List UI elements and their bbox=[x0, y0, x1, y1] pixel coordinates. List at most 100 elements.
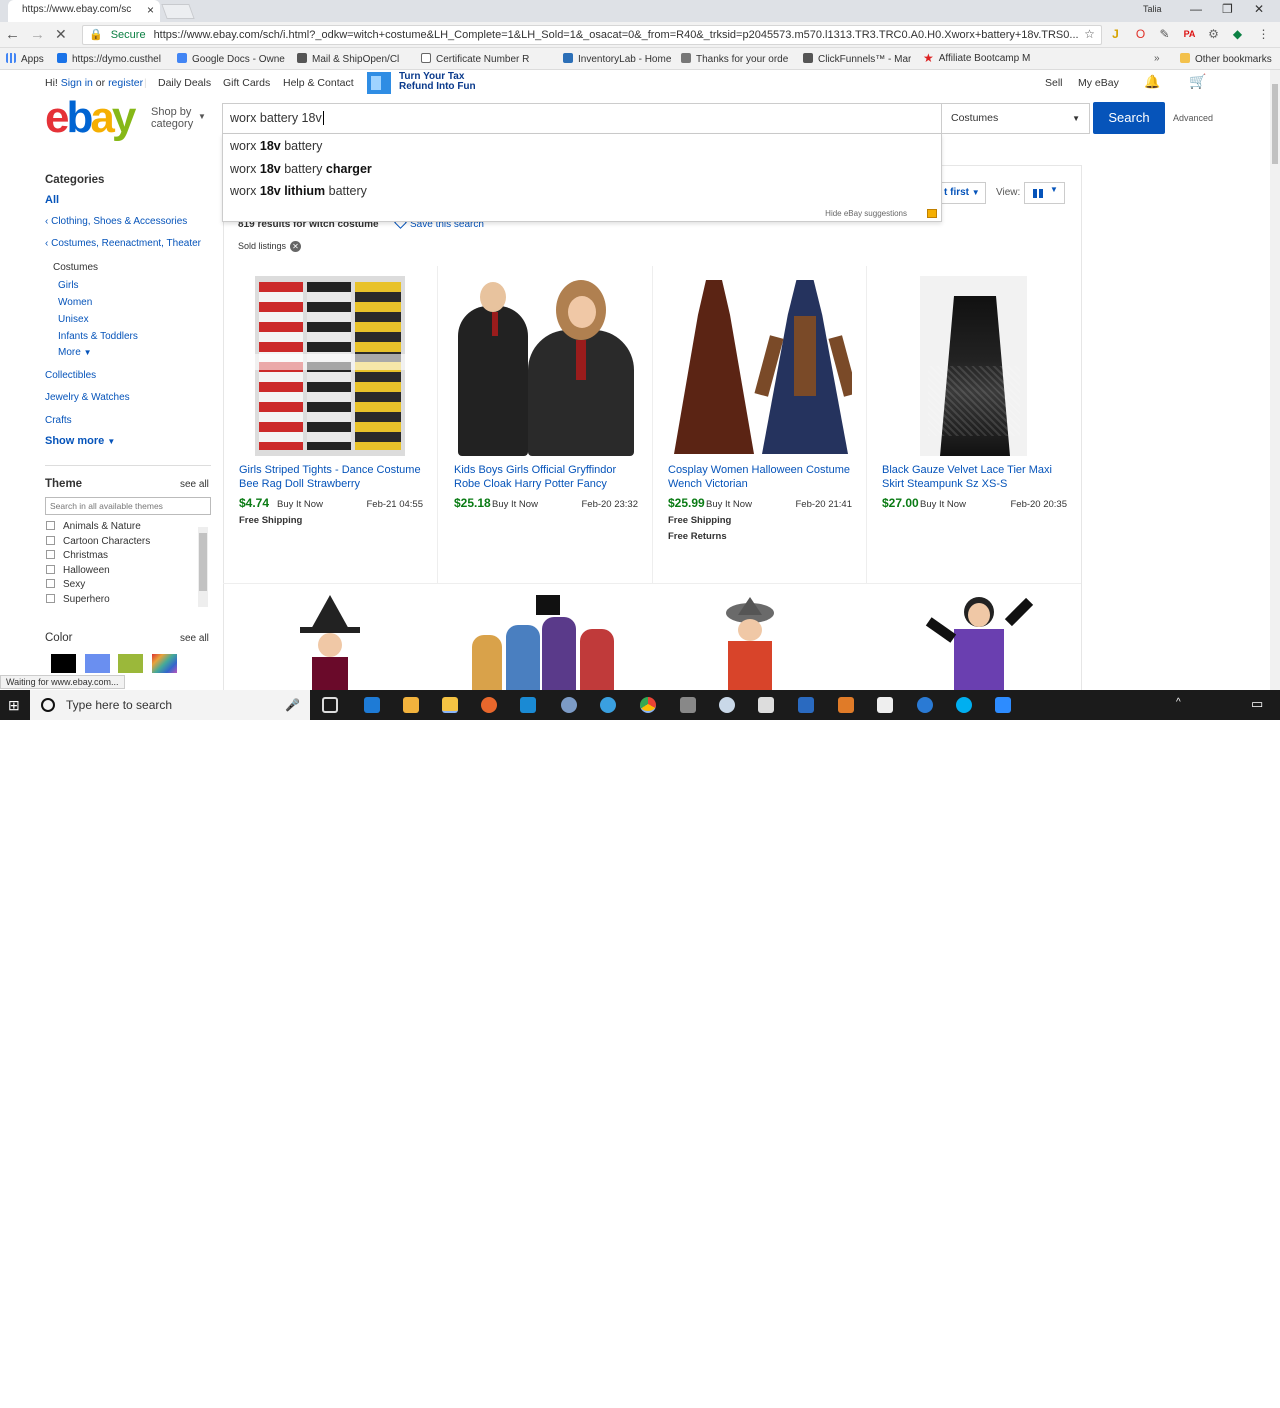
tab-close-icon[interactable]: × bbox=[147, 0, 154, 20]
url-bar[interactable]: 🔒 Secure https://www.ebay.com/sch/i.html?_… bbox=[82, 25, 1102, 45]
microphone-icon[interactable]: 🎤 bbox=[285, 690, 300, 720]
chrome-icon[interactable] bbox=[640, 697, 656, 713]
zoom-icon[interactable] bbox=[995, 697, 1011, 713]
advanced-search-link[interactable]: Advanced bbox=[1173, 113, 1213, 123]
browser-menu-icon[interactable]: ⋮ bbox=[1257, 27, 1270, 41]
app-icon[interactable] bbox=[838, 697, 854, 713]
theme-see-all-link[interactable]: see all bbox=[180, 479, 209, 490]
daily-deals-link[interactable]: Daily Deals bbox=[158, 77, 211, 89]
product-image[interactable] bbox=[920, 276, 1027, 456]
theme-option[interactable]: Sexy bbox=[46, 579, 85, 590]
register-link[interactable]: register bbox=[108, 77, 143, 89]
subcategory-women[interactable]: Women bbox=[58, 297, 92, 308]
listing-card[interactable]: Black Gauze Velvet Lace Tier Maxi Skirt … bbox=[866, 266, 1081, 584]
color-swatch-green[interactable] bbox=[118, 654, 143, 673]
ebay-logo[interactable]: ebay bbox=[45, 96, 136, 140]
minimize-icon[interactable]: — bbox=[1190, 2, 1202, 16]
my-ebay-link[interactable]: My eBay bbox=[1078, 77, 1119, 89]
page-scrollbar[interactable] bbox=[1270, 70, 1280, 690]
category-select[interactable]: Costumes ▼ bbox=[942, 103, 1090, 134]
browser-tab[interactable]: https://www.ebay.com/sc × bbox=[8, 0, 160, 22]
extension-tool-icon[interactable]: ⚙ bbox=[1207, 27, 1220, 41]
gift-cards-link[interactable]: Gift Cards bbox=[223, 77, 270, 89]
app-icon[interactable] bbox=[917, 697, 933, 713]
mail-icon[interactable] bbox=[877, 697, 893, 713]
suggestions-icon[interactable] bbox=[927, 209, 937, 218]
hide-suggestions-link[interactable]: Hide eBay suggestions bbox=[825, 209, 907, 218]
listing-title-link[interactable]: Black Gauze Velvet Lace Tier Maxi Skirt … bbox=[882, 463, 1072, 491]
help-contact-link[interactable]: Help & Contact bbox=[283, 77, 354, 89]
color-swatch-black[interactable] bbox=[51, 654, 76, 673]
color-swatch-multicolor[interactable] bbox=[152, 654, 177, 673]
product-image[interactable] bbox=[290, 595, 370, 690]
shop-by-category-button[interactable]: Shop by category ▼ bbox=[151, 106, 206, 130]
listing-card[interactable]: Cosplay Women Halloween Costume Wench Vi… bbox=[652, 266, 867, 584]
category-costumes-theater-link[interactable]: ‹ Costumes, Reenactment, Theater bbox=[45, 238, 201, 249]
color-see-all-link[interactable]: see all bbox=[180, 633, 209, 644]
maximize-icon[interactable]: ❐ bbox=[1222, 2, 1233, 16]
suggestion-item[interactable]: worx 18v battery bbox=[230, 139, 322, 153]
remove-filter-icon[interactable]: ✕ bbox=[290, 241, 302, 252]
theme-search-input[interactable]: Search in all available themes bbox=[45, 497, 211, 515]
bookmark-affiliate-bootcamp[interactable]: ★ Affiliate Bootcamp M bbox=[923, 53, 1033, 64]
app-icon[interactable] bbox=[719, 697, 735, 713]
bookmark-certificate[interactable]: Certificate Number R bbox=[421, 53, 549, 65]
app-icon[interactable] bbox=[798, 697, 814, 713]
more-subcategories-link[interactable]: More ▼ bbox=[58, 347, 92, 358]
suggestion-item[interactable]: worx 18v battery charger bbox=[230, 162, 372, 176]
theme-option[interactable]: Superhero bbox=[46, 594, 110, 605]
bookmark-other[interactable]: Other bookmarks bbox=[1180, 53, 1272, 65]
bookmarks-overflow-icon[interactable]: » bbox=[1154, 53, 1160, 64]
listing-title-link[interactable]: Girls Striped Tights - Dance Costume Bee… bbox=[239, 463, 429, 491]
extension-green-icon[interactable]: ◆ bbox=[1231, 27, 1244, 41]
category-jewelry[interactable]: Jewelry & Watches bbox=[45, 392, 130, 403]
extension-pen-icon[interactable]: ✎ bbox=[1158, 27, 1171, 41]
skype-icon[interactable] bbox=[956, 697, 972, 713]
sort-dropdown[interactable]: t first ▼ bbox=[940, 182, 986, 204]
windows-start-icon[interactable]: ⊞ bbox=[8, 697, 20, 714]
category-crafts[interactable]: Crafts bbox=[45, 415, 72, 426]
search-button[interactable]: Search bbox=[1093, 102, 1165, 134]
app-icon[interactable] bbox=[600, 697, 616, 713]
product-image[interactable] bbox=[255, 276, 405, 456]
forward-icon[interactable]: → bbox=[30, 26, 45, 43]
subcategory-infants[interactable]: Infants & Toddlers bbox=[58, 331, 138, 342]
bookmark-google-docs[interactable]: Google Docs - Owne bbox=[177, 53, 285, 65]
sold-listings-filter[interactable]: Sold listings ✕ bbox=[238, 241, 302, 252]
listing-title-link[interactable]: Kids Boys Girls Official Gryffindor Robe… bbox=[454, 463, 644, 491]
checkbox[interactable] bbox=[46, 521, 55, 530]
subcategory-girls[interactable]: Girls bbox=[58, 280, 79, 291]
color-swatch-blue[interactable] bbox=[85, 654, 110, 673]
opera-icon[interactable]: O bbox=[1134, 27, 1147, 41]
taskbar-search-input[interactable]: Type here to search 🎤 bbox=[30, 690, 310, 720]
checkbox[interactable] bbox=[46, 536, 55, 545]
app-icon[interactable] bbox=[561, 697, 577, 713]
app-icon[interactable] bbox=[758, 697, 774, 713]
calculator-icon[interactable] bbox=[680, 697, 696, 713]
back-icon[interactable]: ← bbox=[5, 26, 20, 43]
scrollbar-thumb[interactable] bbox=[1272, 84, 1278, 164]
tray-overflow-icon[interactable]: ^ bbox=[1176, 697, 1181, 708]
show-more-categories[interactable]: Show more ▼ bbox=[45, 435, 115, 447]
checkbox[interactable] bbox=[46, 565, 55, 574]
product-image[interactable] bbox=[710, 597, 790, 690]
extension-pa-icon[interactable]: PA bbox=[1183, 27, 1196, 41]
listing-card[interactable]: Kids Boys Girls Official Gryffindor Robe… bbox=[438, 266, 653, 584]
extension-j-icon[interactable]: J bbox=[1109, 27, 1122, 41]
subcategory-unisex[interactable]: Unisex bbox=[58, 314, 89, 325]
listing-card[interactable]: Girls Striped Tights - Dance Costume Bee… bbox=[223, 266, 438, 584]
profile-name[interactable]: Talia bbox=[1143, 4, 1162, 14]
firefox-icon[interactable] bbox=[481, 697, 497, 713]
system-clock[interactable]: 5:23 PM 2/21/2018 bbox=[1196, 1382, 1238, 1408]
product-image[interactable] bbox=[920, 595, 1040, 690]
bookmark-dymo[interactable]: https://dymo.custhel bbox=[57, 53, 165, 65]
secure-lock-icon[interactable]: 🔒 bbox=[89, 29, 103, 41]
new-tab-button[interactable] bbox=[161, 4, 195, 19]
product-image[interactable] bbox=[462, 595, 622, 690]
checkbox[interactable] bbox=[46, 594, 55, 603]
sign-in-link[interactable]: Sign in bbox=[61, 77, 93, 89]
bookmark-thanks-order[interactable]: Thanks for your orde bbox=[681, 53, 789, 65]
action-center-icon[interactable]: ▭ bbox=[1251, 696, 1263, 712]
checkbox[interactable] bbox=[46, 550, 55, 559]
category-clothing-link[interactable]: ‹ Clothing, Shoes & Accessories bbox=[45, 216, 187, 227]
